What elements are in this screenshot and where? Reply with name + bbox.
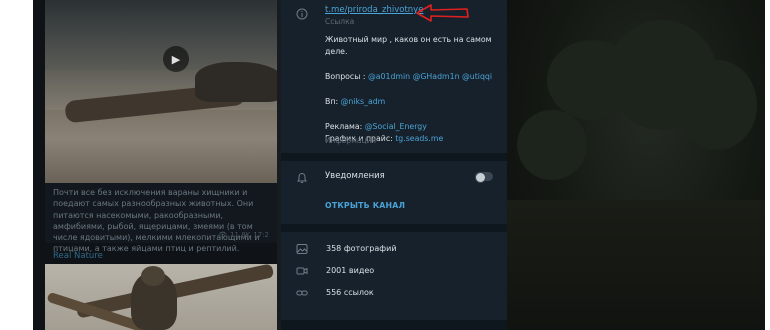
questions-mentions[interactable]: @a01dmin @GHadm1n @utiqqi xyxy=(368,72,492,81)
divider xyxy=(281,224,507,232)
link-icon xyxy=(295,286,309,300)
divider xyxy=(281,153,507,161)
ads-mention[interactable]: @Social_Energy xyxy=(365,122,427,131)
photos-row[interactable]: 358 фотографий xyxy=(281,238,507,260)
post-video-thumbnail[interactable]: ▶ xyxy=(45,0,277,183)
channel-info-panel: t.me/priroda_zhivotnye Ссылка Животный м… xyxy=(281,0,507,330)
arrow-annotation-icon xyxy=(416,4,469,22)
videos-row[interactable]: 2001 видео xyxy=(281,260,507,282)
post-meta: 👁 11.8K 17:2 xyxy=(218,230,269,241)
vp-mention[interactable]: @niks_adm xyxy=(341,97,386,106)
notifications-label: Уведомления xyxy=(325,171,385,181)
play-icon[interactable]: ▶ xyxy=(163,46,189,72)
links-row[interactable]: 556 ссылок xyxy=(281,282,507,304)
post-caption: Почти все без исключения вараны хищники … xyxy=(45,183,277,253)
description-line: Животный мир , каков он есть на самом де… xyxy=(325,35,492,57)
info-icon xyxy=(295,7,309,21)
post-caption-text: Почти все без исключения вараны хищники … xyxy=(53,188,260,254)
app-window: ▶ Почти все без исключения вараны хищник… xyxy=(33,0,765,330)
vp-line: Вп: @niks_adm xyxy=(325,96,386,106)
photo-icon xyxy=(295,242,309,256)
channel-description: Животный мир , каков он есть на самом де… xyxy=(325,34,501,145)
post-views: 11.8K xyxy=(230,230,251,239)
divider xyxy=(281,320,507,330)
video-icon xyxy=(295,264,309,278)
notifications-toggle[interactable] xyxy=(475,172,493,183)
ads-line: Реклама: @Social_Energy xyxy=(325,121,427,131)
eye-icon: 👁 xyxy=(218,230,228,239)
info-sublabel: Информация xyxy=(325,136,377,145)
links-count: 556 ссылок xyxy=(326,288,374,297)
questions-line: Вопросы : @a01dmin @GHadm1n @utiqqi xyxy=(325,72,493,81)
link-sublabel: Ссылка xyxy=(325,17,355,26)
background-image xyxy=(507,0,765,330)
photos-count: 358 фотографий xyxy=(326,244,397,253)
link-row: t.me/priroda_zhivotnye Ссылка xyxy=(281,2,507,28)
videos-count: 2001 видео xyxy=(326,266,375,275)
channel-link[interactable]: t.me/priroda_zhivotnye xyxy=(325,5,423,15)
open-channel-button[interactable]: ОТКРЫТЬ КАНАЛ xyxy=(325,201,405,210)
bell-icon xyxy=(295,171,309,185)
post-time: 17:2 xyxy=(253,230,269,239)
post-channel-name[interactable]: Real Nature xyxy=(53,251,103,261)
post-image-thumbnail[interactable] xyxy=(45,264,277,330)
channel-feed: ▶ Почти все без исключения вараны хищник… xyxy=(33,0,281,330)
price-link[interactable]: tg.seads.me xyxy=(395,134,443,143)
